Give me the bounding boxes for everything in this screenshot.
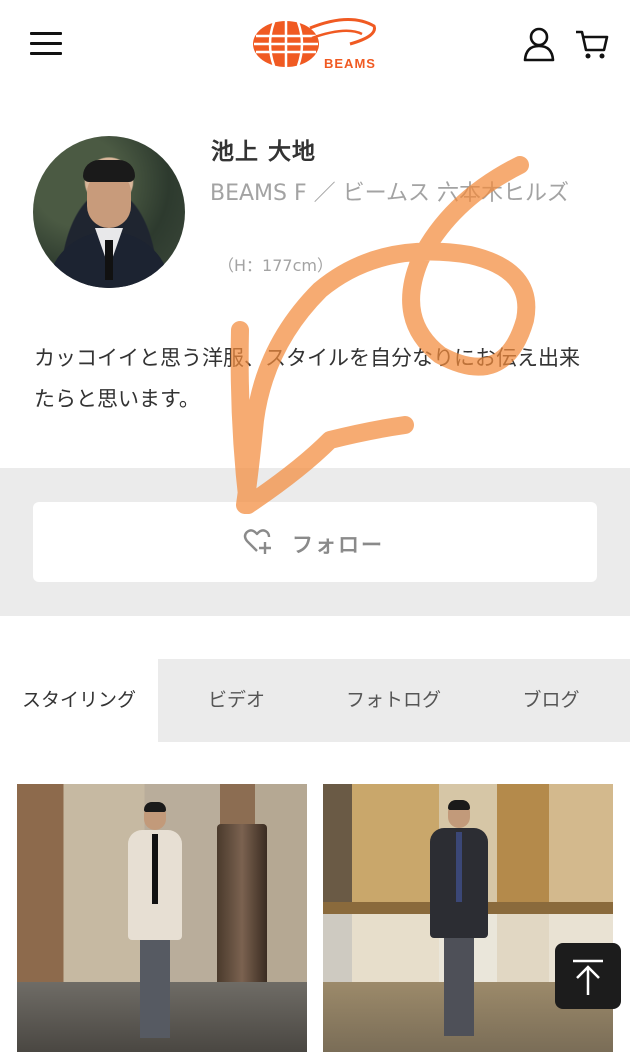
follow-button[interactable]: フォロー [33,502,597,582]
styling-photo[interactable] [323,784,613,1052]
header: BEAMS [0,0,630,92]
staff-shop[interactable]: BEAMS F ／ ビームス 六本木ヒルズ [210,177,590,210]
follow-label: フォロー [292,533,384,557]
cart-icon[interactable] [574,26,610,62]
tab-photolog[interactable]: フォトログ [315,659,472,742]
staff-name: 池上 大地 [211,139,317,165]
arrow-up-icon [573,959,603,995]
follow-section: フォロー [0,468,630,616]
user-icon[interactable] [522,26,556,62]
logo-wordmark: BEAMS [324,56,376,71]
staff-bio: カッコイイと思う洋服、スタイルを自分なりにお伝え出来たらと思います。 [34,346,580,411]
avatar [33,136,185,288]
tab-blog[interactable]: ブログ [472,659,630,742]
content-tabs: スタイリング ビデオ フォトログ ブログ [0,659,630,742]
beams-logo[interactable]: BEAMS [250,14,380,76]
styling-photo[interactable] [17,784,307,1052]
heart-plus-icon [243,526,273,556]
tab-video[interactable]: ビデオ [158,659,315,742]
hamburger-menu-icon[interactable] [28,28,66,60]
tab-styling[interactable]: スタイリング [0,659,158,742]
back-to-top-button[interactable] [555,943,621,1009]
staff-height: （H：177cm） [218,256,333,275]
page: BEAMS 池上 大地 BEAMS F ／ ビームス 六本木ヒルズ （H：177… [0,0,630,1052]
